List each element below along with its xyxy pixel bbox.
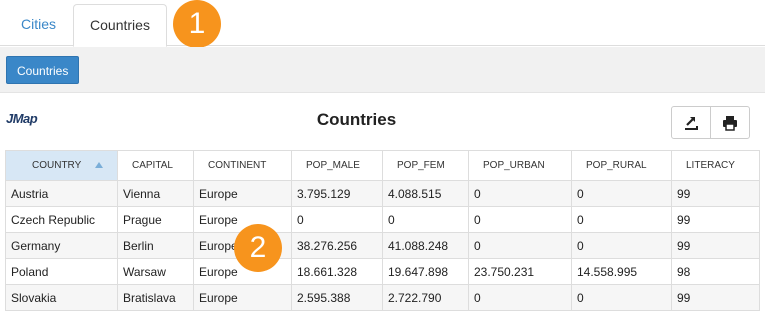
cell-country: Czech Republic (5, 206, 118, 233)
cell-pop-rural: 0 (571, 232, 672, 259)
cell-capital: Warsaw (117, 258, 194, 285)
table-row[interactable]: Austria Vienna Europe 3.795.129 4.088.51… (5, 180, 760, 207)
cell-literacy: 98 (671, 258, 760, 285)
tab-countries[interactable]: Countries (73, 4, 167, 47)
cell-capital: Bratislava (117, 284, 194, 311)
table-row[interactable]: Slovakia Bratislava Europe 2.595.388 2.7… (5, 284, 760, 311)
cell-pop-fem: 2.722.790 (382, 284, 469, 311)
cell-pop-urban: 0 (468, 206, 572, 233)
sort-ascending-icon (95, 160, 104, 171)
cell-pop-urban: 0 (468, 180, 572, 207)
column-header-pop-urban[interactable]: POP_URBAN (468, 150, 572, 181)
column-header-continent[interactable]: CONTINENT (193, 150, 292, 181)
cell-capital: Prague (117, 206, 194, 233)
cell-literacy: 99 (671, 232, 760, 259)
cell-pop-rural: 14.558.995 (571, 258, 672, 285)
toolbar: Countries (0, 47, 765, 93)
countries-table: COUNTRY CAPITAL CONTINENT POP_MALE POP_F… (5, 150, 760, 311)
column-header-literacy[interactable]: LITERACY (671, 150, 760, 181)
cell-pop-male: 0 (291, 206, 383, 233)
cell-capital: Berlin (117, 232, 194, 259)
cell-capital: Vienna (117, 180, 194, 207)
callout-badge-2: 2 (234, 224, 282, 272)
table-row[interactable]: Czech Republic Prague Europe 0 0 0 0 99 (5, 206, 760, 233)
tab-bar: Cities Countries (0, 0, 765, 47)
cell-pop-male: 38.276.256 (291, 232, 383, 259)
cell-pop-fem: 41.088.248 (382, 232, 469, 259)
cell-pop-fem: 0 (382, 206, 469, 233)
column-header-pop-fem[interactable]: POP_FEM (382, 150, 469, 181)
column-header-capital[interactable]: CAPITAL (117, 150, 194, 181)
table-row[interactable]: Poland Warsaw Europe 18.661.328 19.647.8… (5, 258, 760, 285)
cell-pop-rural: 0 (571, 206, 672, 233)
cell-pop-urban: 23.750.231 (468, 258, 572, 285)
cell-literacy: 99 (671, 206, 760, 233)
cell-pop-urban: 0 (468, 232, 572, 259)
tab-cities[interactable]: Cities (5, 4, 72, 46)
cell-pop-rural: 0 (571, 284, 672, 311)
export-icon (685, 116, 698, 130)
cell-pop-urban: 0 (468, 284, 572, 311)
callout-badge-1: 1 (173, 0, 221, 48)
print-button[interactable] (710, 106, 750, 139)
cell-country: Austria (5, 180, 118, 207)
column-header-pop-rural[interactable]: POP_RURAL (571, 150, 672, 181)
table-header-row: COUNTRY CAPITAL CONTINENT POP_MALE POP_F… (5, 150, 760, 181)
cell-literacy: 99 (671, 284, 760, 311)
table-row[interactable]: Germany Berlin Europe 38.276.256 41.088.… (5, 232, 760, 259)
cell-pop-male: 2.595.388 (291, 284, 383, 311)
cell-literacy: 99 (671, 180, 760, 207)
print-icon (723, 115, 737, 131)
cell-pop-rural: 0 (571, 180, 672, 207)
cell-continent: Europe (193, 180, 292, 207)
cell-pop-fem: 19.647.898 (382, 258, 469, 285)
cell-pop-male: 3.795.129 (291, 180, 383, 207)
cell-country: Slovakia (5, 284, 118, 311)
cell-pop-male: 18.661.328 (291, 258, 383, 285)
column-header-pop-male[interactable]: POP_MALE (291, 150, 383, 181)
countries-button[interactable]: Countries (6, 56, 80, 84)
page-title: Countries (316, 110, 397, 129)
cell-country: Poland (5, 258, 118, 285)
cell-country: Germany (5, 232, 118, 259)
column-header-country[interactable]: COUNTRY (5, 150, 118, 181)
cell-pop-fem: 4.088.515 (382, 180, 469, 207)
report-header: JMap Countries (0, 100, 765, 144)
export-button[interactable] (671, 106, 711, 139)
cell-continent: Europe (193, 284, 292, 311)
